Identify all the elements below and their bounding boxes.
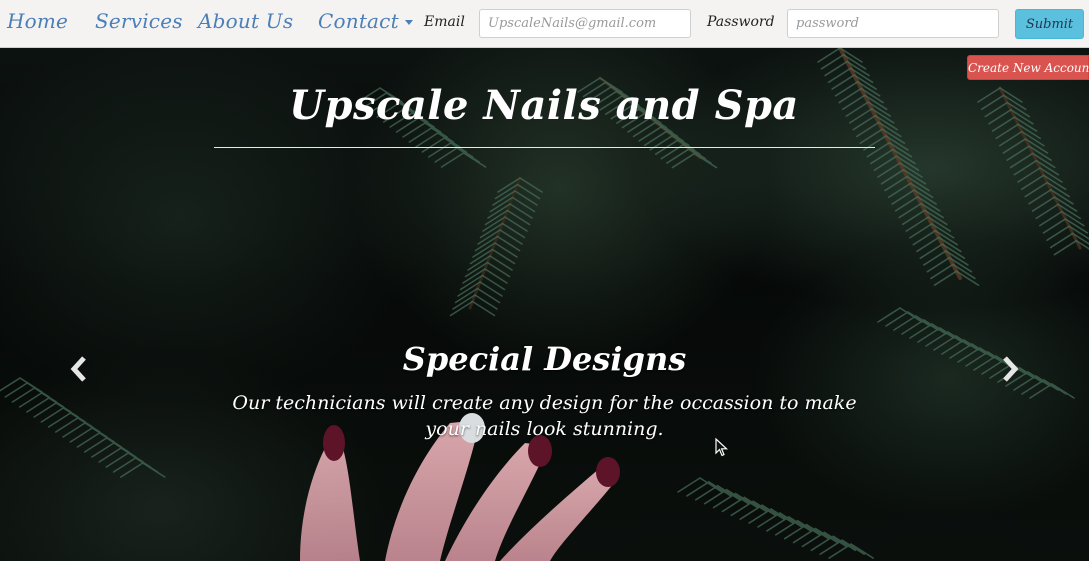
- nav-services-link[interactable]: Services: [95, 9, 183, 33]
- email-input[interactable]: [479, 9, 691, 38]
- submit-button[interactable]: Submit: [1015, 9, 1084, 39]
- email-label: Email: [424, 14, 465, 30]
- title-divider: [214, 147, 875, 148]
- nav-home-link[interactable]: Home: [7, 9, 68, 33]
- password-input[interactable]: [787, 9, 999, 38]
- top-navbar: Home Services About Us Contact Email Pas…: [0, 0, 1089, 48]
- create-account-button[interactable]: Create New Account: [967, 55, 1089, 80]
- mouse-cursor-icon: [715, 438, 729, 457]
- hero-carousel: Create New Account Upscale Nails and Spa…: [0, 48, 1089, 561]
- slide-heading: Special Designs: [402, 340, 687, 378]
- password-label: Password: [707, 14, 775, 30]
- nav-about-link[interactable]: About Us: [198, 9, 293, 33]
- nav-contact-dropdown[interactable]: Contact: [318, 9, 413, 33]
- caret-down-icon: [404, 20, 413, 25]
- site-title: Upscale Nails and Spa: [289, 82, 799, 129]
- slide-caption: Our technicians will create any design f…: [232, 392, 857, 440]
- nav-contact-label: Contact: [318, 9, 399, 33]
